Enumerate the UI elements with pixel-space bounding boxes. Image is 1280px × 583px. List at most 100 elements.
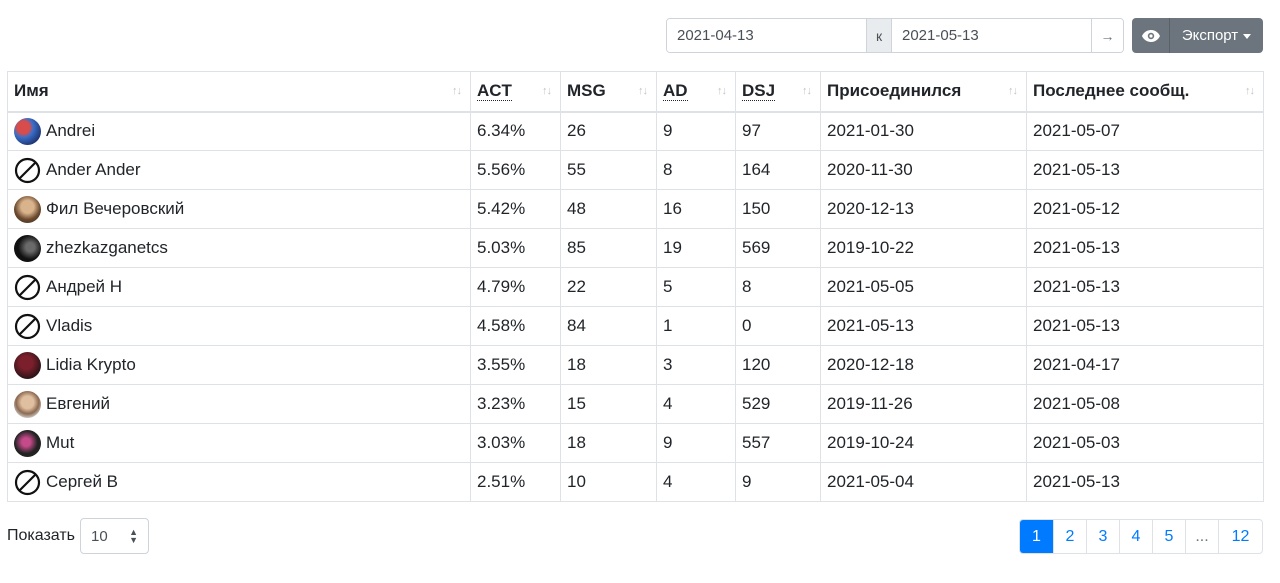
cell-dsj: 569: [735, 228, 821, 268]
cell-msg: 55: [560, 150, 657, 190]
sort-icon: ↑↓: [638, 85, 648, 98]
cell-joined: 2021-05-13: [820, 306, 1027, 346]
cell-joined: 2021-01-30: [820, 111, 1027, 151]
apply-date-button[interactable]: →: [1091, 19, 1123, 52]
table-row[interactable]: Андрей Н 4.79% 22 5 8 2021-05-05 2021-05-13: [7, 267, 1264, 307]
member-name-wrap: Евгений: [14, 390, 464, 418]
sort-icon: ↑↓: [717, 85, 727, 98]
table-header-row: Имя ↑↓ ACT ↑↓ MSG ↑↓ AD ↑↓ DSJ ↑↓ Присоединился ↑↓ П…: [7, 71, 1264, 113]
member-name-wrap: Андрей Н: [14, 274, 464, 301]
member-name[interactable]: Евгений: [46, 394, 110, 414]
member-name[interactable]: Mut: [46, 433, 74, 453]
page-button-1[interactable]: 1: [1020, 520, 1053, 553]
member-name[interactable]: Фил Вечеровский: [46, 199, 184, 219]
page-button-5[interactable]: 5: [1152, 520, 1185, 553]
member-name-cell: Ander Ander: [7, 150, 471, 190]
cell-ad: 8: [656, 150, 736, 190]
member-name[interactable]: Андрей Н: [46, 277, 122, 297]
cell-dsj: 557: [735, 423, 821, 463]
export-dropdown-button[interactable]: Экспорт: [1170, 18, 1263, 53]
avatar: [14, 117, 41, 145]
column-header-joined[interactable]: Присоединился ↑↓: [820, 71, 1027, 113]
cell-last: 2021-05-13: [1026, 462, 1264, 502]
column-header-dsj[interactable]: DSJ ↑↓: [735, 71, 821, 113]
member-name-wrap: Mut: [14, 429, 464, 457]
sort-icon: ↑↓: [1245, 85, 1255, 98]
page-button-2[interactable]: 2: [1053, 520, 1086, 553]
member-name[interactable]: Andrei: [46, 121, 95, 141]
sort-icon: ↑↓: [452, 85, 462, 98]
date-from-input[interactable]: [667, 19, 866, 52]
sort-icon: ↑↓: [1008, 85, 1018, 98]
cell-msg: 15: [560, 384, 657, 424]
cell-dsj: 164: [735, 150, 821, 190]
cell-act: 5.03%: [470, 228, 561, 268]
member-name-wrap: Vladis: [14, 313, 464, 340]
column-header-ad[interactable]: AD ↑↓: [656, 71, 736, 113]
page-size-select[interactable]: 10 ▲ ▼: [80, 518, 150, 554]
cell-joined: 2020-12-18: [820, 345, 1027, 385]
toolbar: к → Экспорт: [666, 18, 1263, 53]
cell-msg: 22: [560, 267, 657, 307]
cell-ad: 9: [656, 423, 736, 463]
page-button-12[interactable]: 12: [1218, 520, 1262, 553]
cell-joined: 2020-11-30: [820, 150, 1027, 190]
date-to-input[interactable]: [892, 19, 1091, 52]
table-row[interactable]: Ander Ander 5.56% 55 8 164 2020-11-30 2021-05-…: [7, 150, 1264, 190]
column-header-msg[interactable]: MSG ↑↓: [560, 71, 657, 113]
cell-act: 5.42%: [470, 189, 561, 229]
column-header-act[interactable]: ACT ↑↓: [470, 71, 561, 113]
cell-last: 2021-05-13: [1026, 228, 1264, 268]
eye-icon: [1141, 29, 1160, 42]
avatar: [14, 234, 41, 262]
member-name-cell: Андрей Н: [7, 267, 471, 307]
cell-ad: 9: [656, 111, 736, 151]
table-row[interactable]: Евгений 3.23% 15 4 529 2019-11-26 2021-05-08: [7, 384, 1264, 424]
cell-last: 2021-05-12: [1026, 189, 1264, 229]
table-row[interactable]: Фил Вечеровский 5.42% 48 16 150 2020-12-13 202…: [7, 189, 1264, 229]
column-header-label: DSJ: [742, 81, 776, 102]
member-name-cell: Фил Вечеровский: [7, 189, 471, 229]
page-button-4[interactable]: 4: [1119, 520, 1152, 553]
cell-msg: 85: [560, 228, 657, 268]
view-button[interactable]: [1132, 18, 1170, 53]
table-row[interactable]: Vladis 4.58% 84 1 0 2021-05-13 2021-05-13: [7, 306, 1264, 346]
cell-last: 2021-05-13: [1026, 150, 1264, 190]
cell-act: 3.03%: [470, 423, 561, 463]
member-name-cell: Lidia Krypto: [7, 345, 471, 385]
members-table: Имя ↑↓ ACT ↑↓ MSG ↑↓ AD ↑↓ DSJ ↑↓ Присоединился ↑↓ П…: [7, 71, 1264, 502]
export-label: Экспорт: [1181, 27, 1239, 44]
member-name-wrap: Сергей В: [14, 469, 464, 496]
cell-act: 3.23%: [470, 384, 561, 424]
column-header-label: AD: [663, 81, 688, 102]
member-name[interactable]: zhezkazganetcs: [46, 238, 168, 258]
member-name[interactable]: Lidia Krypto: [46, 355, 136, 375]
cell-dsj: 0: [735, 306, 821, 346]
cell-joined: 2019-10-22: [820, 228, 1027, 268]
cut-off-footer-text: [0, 578, 1280, 583]
table-row[interactable]: Lidia Krypto 3.55% 18 3 120 2020-12-18 2021-04…: [7, 345, 1264, 385]
cell-act: 5.56%: [470, 150, 561, 190]
table-row[interactable]: Сергей В 2.51% 10 4 9 2021-05-04 2021-05-13: [7, 462, 1264, 502]
cell-ad: 19: [656, 228, 736, 268]
sort-icon: ↑↓: [542, 85, 552, 98]
column-header-label: ACT: [477, 81, 512, 102]
member-name[interactable]: Сергей В: [46, 472, 118, 492]
cell-act: 3.55%: [470, 345, 561, 385]
cell-last: 2021-05-13: [1026, 306, 1264, 346]
table-row[interactable]: Andrei 6.34% 26 9 97 2021-01-30 2021-05-07: [7, 111, 1264, 151]
column-header-label: Имя: [14, 81, 49, 101]
cell-ad: 3: [656, 345, 736, 385]
cell-ad: 16: [656, 189, 736, 229]
table-row[interactable]: zhezkazganetcs 5.03% 85 19 569 2019-10-22 2021…: [7, 228, 1264, 268]
cell-msg: 26: [560, 111, 657, 151]
no-avatar-icon: [14, 313, 41, 339]
member-name[interactable]: Ander Ander: [46, 160, 141, 180]
page-size-control: Показать 10 ▲ ▼: [7, 518, 150, 554]
table-row[interactable]: Mut 3.03% 18 9 557 2019-10-24 2021-05-03: [7, 423, 1264, 463]
page-button-3[interactable]: 3: [1086, 520, 1119, 553]
arrow-right-icon: →: [1100, 27, 1115, 44]
column-header-name[interactable]: Имя ↑↓: [7, 71, 471, 113]
column-header-last[interactable]: Последнее сообщ. ↑↓: [1026, 71, 1264, 113]
member-name[interactable]: Vladis: [46, 316, 92, 336]
